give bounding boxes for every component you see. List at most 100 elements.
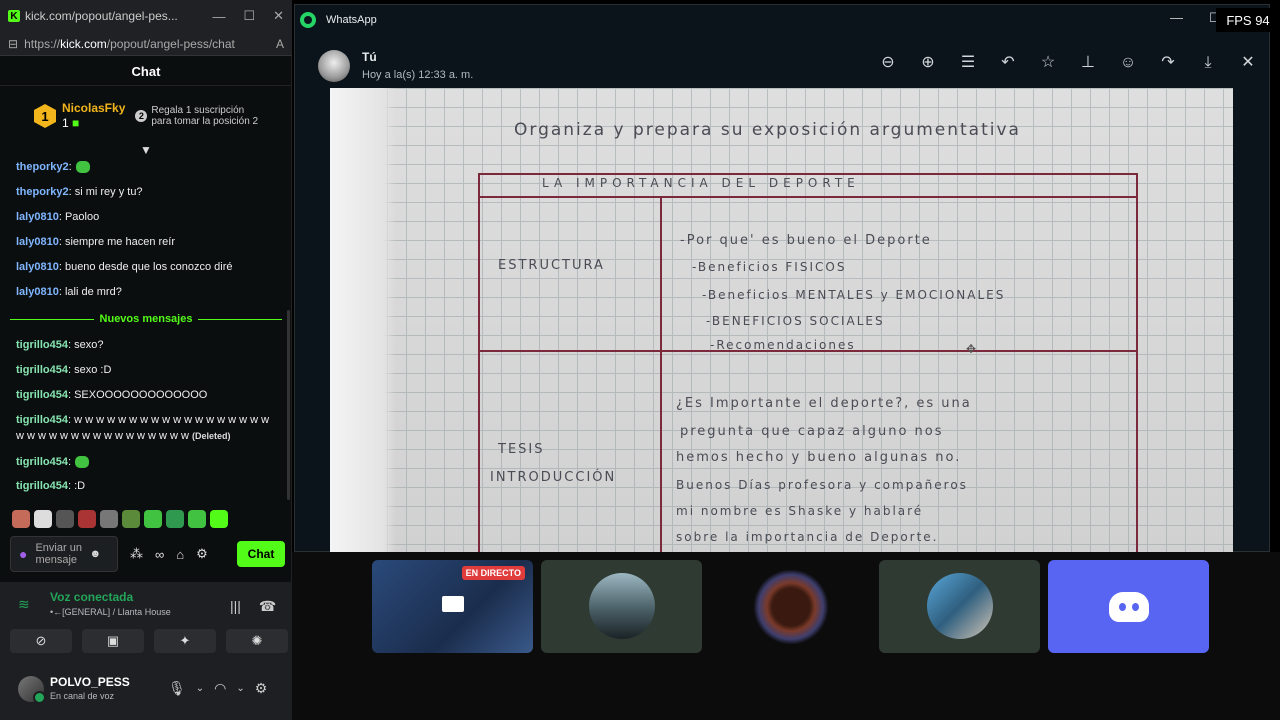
kick-url-bar[interactable]: ⊟ https://kick.com/popout/angel-pess/cha… (0, 32, 292, 56)
chevron-down-icon[interactable]: ⌄ (196, 683, 204, 694)
emoji-icon[interactable]: ☻ (89, 548, 101, 560)
emote-icon[interactable] (34, 510, 52, 528)
minimize-icon[interactable]: — (212, 9, 225, 24)
headphones-icon[interactable]: ◠ (214, 680, 226, 697)
settings-icon[interactable]: ⚙ (196, 546, 208, 562)
chat-message: laly0810: siempre me hacen reír (16, 236, 175, 248)
participant-tile[interactable] (541, 560, 702, 653)
users-icon[interactable]: ⁂ (130, 546, 143, 562)
reply-icon[interactable]: ↶ (988, 53, 1028, 73)
participant-tile[interactable] (879, 560, 1040, 653)
close-icon[interactable]: ✕ (1228, 53, 1268, 73)
star-icon[interactable]: ☆ (1028, 53, 1068, 73)
stream-tile[interactable]: EN DIRECTO (372, 560, 533, 653)
discord-logo-icon (1108, 591, 1149, 622)
emote-icon[interactable] (166, 510, 184, 528)
new-messages-divider: Nuevos mensajes (10, 312, 282, 326)
chat-message-input[interactable]: ● Enviar un mensaje ☻ (10, 536, 118, 572)
forward-icon[interactable]: ↷ (1148, 53, 1188, 73)
row-label-introduccion: INTRODUCCIÓN (490, 470, 617, 485)
user-info[interactable]: POLVO_PESS En canal de voz (18, 675, 130, 704)
avatar (318, 50, 350, 82)
participant-avatar (589, 573, 655, 639)
gear-icon[interactable]: ⚙ (255, 680, 268, 697)
pin-icon[interactable]: ⊥ (1068, 53, 1108, 73)
leader-gift-text: Regala 1 suscripción para tomar la posic… (151, 105, 259, 127)
new-messages-label: Nuevos mensajes (99, 313, 193, 325)
url-path: /popout/angel-pess/chat (106, 36, 235, 51)
camera-off-button[interactable]: ⊘ (10, 629, 72, 653)
message-icon[interactable]: ☰ (948, 53, 988, 73)
emote-icon[interactable] (188, 510, 206, 528)
msg-user: laly0810 (16, 236, 59, 248)
whatsapp-logo-icon (300, 12, 316, 28)
noise-icon[interactable]: ||| (230, 598, 241, 615)
kick-titlebar: K kick.com/popout/angel-pes... — ☐ ✕ (0, 0, 292, 32)
voice-action-buttons: ⊘ ▣ ✦ ✺ (10, 629, 288, 653)
discord-tile[interactable] (1048, 560, 1209, 653)
activities-button[interactable]: ✦ (154, 629, 216, 653)
notebook-photo[interactable]: Organiza y prepara su exposición argumen… (330, 88, 1233, 552)
mic-icon[interactable]: ● (19, 547, 27, 561)
chat-toolbar: ⁂ ∞ ⌂ ⚙ (130, 546, 208, 562)
chat-message: laly0810: bueno desde que los conozco di… (16, 261, 233, 273)
disconnect-icon[interactable]: ☎ (259, 598, 276, 615)
input-placeholder: Enviar un mensaje (35, 542, 82, 566)
chat-message: theporky2: si mi rey y tu? (16, 186, 143, 198)
kick-logo-icon: K (8, 10, 20, 22)
table-title: LA IMPORTANCIA DEL DEPORTE (542, 176, 860, 190)
chat-send-button[interactable]: Chat (237, 541, 285, 567)
download-icon[interactable]: ⤓ (1188, 53, 1228, 73)
soundboard-button[interactable]: ✺ (226, 629, 288, 653)
message-time: Hoy a la(s) 12:33 a. m. (362, 69, 474, 81)
chat-message-cont: w w w w w w w w w w w w w w w w (Deleted… (16, 430, 231, 442)
site-info-icon[interactable]: ⊟ (8, 37, 18, 51)
rank-badge-1: 1 (34, 104, 56, 128)
emote-icon[interactable] (12, 510, 30, 528)
msg-user: theporky2 (16, 186, 69, 198)
chevron-down-icon[interactable]: ⌄ (236, 683, 244, 694)
emote-icon[interactable] (78, 510, 96, 528)
chat-title: Chat (0, 58, 292, 86)
emoji-icon[interactable]: ☺ (1108, 53, 1148, 73)
rank-badge-2: 2 (135, 110, 148, 122)
msg-user: laly0810 (16, 211, 59, 223)
chat-scrollbar[interactable] (287, 310, 290, 500)
collapse-icon[interactable]: ▼ (140, 143, 152, 157)
chat-message: tigrillo454: sexo :D (16, 364, 112, 376)
emote-icon[interactable] (122, 510, 140, 528)
chat-message: laly0810: lali de mrd? (16, 286, 122, 298)
zoom-out-icon[interactable]: ⊖ (868, 53, 908, 73)
emote-icon[interactable] (144, 510, 162, 528)
leaderboard[interactable]: 1 NicolasFky 1 ■ 2 Regala 1 suscripción … (0, 88, 292, 144)
microphone-icon[interactable]: 🎙 (168, 680, 186, 697)
maximize-icon[interactable]: ☐ (243, 8, 255, 24)
move-cursor-icon: ✥ (966, 342, 977, 356)
chat-message: laly0810: Paoloo (16, 211, 100, 223)
chat-message: tigrillo454: (16, 456, 90, 469)
participant-avatar (927, 573, 993, 639)
kick-tab-title: kick.com/popout/angel-pes... (25, 9, 178, 23)
infinity-icon[interactable]: ∞ (155, 547, 164, 562)
store-icon[interactable]: ⌂ (176, 547, 184, 562)
emote-icon[interactable] (210, 510, 228, 528)
screen-share-button[interactable]: ▣ (82, 629, 144, 653)
row-label-estructura: ESTRUCTURA (498, 258, 605, 273)
avatar (18, 676, 46, 704)
emote-icon[interactable] (56, 510, 74, 528)
zoom-in-icon[interactable]: ⊕ (908, 53, 948, 73)
read-aloud-icon[interactable]: A (276, 37, 284, 51)
sender-name: Tú (362, 50, 377, 64)
participant-tile[interactable] (710, 560, 871, 653)
msg-user: tigrillo454 (16, 389, 68, 401)
emote-icon[interactable] (100, 510, 118, 528)
leader-username: NicolasFky (62, 101, 126, 115)
voice-controls: ||| ☎ (230, 598, 276, 615)
msg-user: tigrillo454 (16, 456, 68, 468)
close-icon[interactable]: ✕ (273, 8, 284, 24)
photo-heading: Organiza y prepara su exposición argumen… (514, 120, 1021, 140)
screen-icon (442, 596, 464, 612)
gift-icon: ■ (72, 116, 80, 130)
minimize-icon[interactable]: — (1170, 10, 1183, 26)
signal-icon: ≋ (18, 596, 30, 612)
